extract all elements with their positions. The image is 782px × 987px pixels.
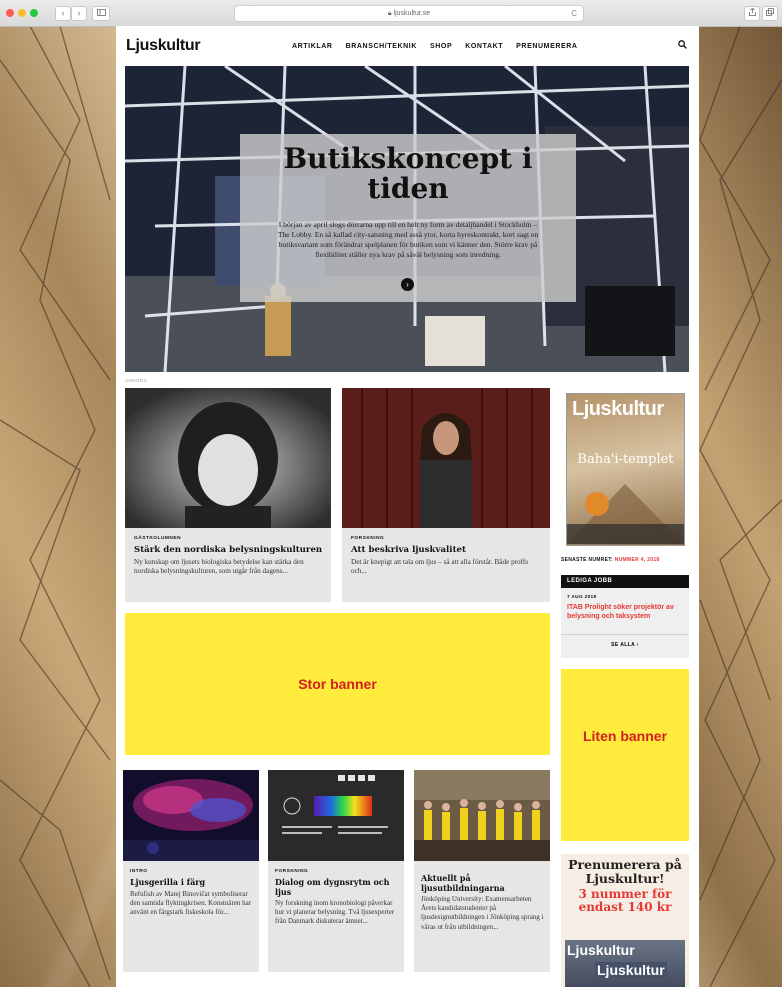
hero-title[interactable]: Butikskoncept i tiden bbox=[240, 144, 576, 204]
share-button[interactable] bbox=[744, 6, 760, 21]
article-image bbox=[125, 388, 331, 528]
hero-description: I början av april slogs dörrarna upp til… bbox=[277, 220, 539, 259]
article-category: FORSKNING bbox=[351, 536, 385, 541]
subscribe-headline: Prenumerera på Ljuskultur! bbox=[568, 857, 682, 886]
back-button[interactable]: ‹ bbox=[55, 6, 71, 21]
site-logo[interactable]: Ljuskultur bbox=[126, 37, 201, 55]
magazine-cover-title: Ljuskultur bbox=[572, 398, 664, 420]
latest-issue: SENASTE NUMRET: NUMMER 4, 2018 bbox=[561, 557, 660, 563]
sidebar-icon bbox=[96, 9, 106, 16]
ad-label: ANNONS bbox=[125, 378, 148, 383]
article-card[interactable]: INTRO Ljusgerilla i färg Refufish av Mat… bbox=[123, 770, 259, 972]
browser-toolbar: ‹ › 🔒︎ ljuskultur.se C bbox=[0, 0, 782, 27]
article-title[interactable]: Stärk den nordiska belysningskulturen bbox=[134, 545, 329, 555]
large-banner[interactable]: Stor banner bbox=[125, 613, 550, 755]
web-page: Ljuskultur ARTIKLAR BRANSCH/TEKNIK SHOP … bbox=[116, 26, 699, 987]
article-card[interactable]: FORSKNING Dialog om dygnsrytm och ljus N… bbox=[268, 770, 404, 972]
article-category: INTRO bbox=[130, 869, 148, 874]
magazine-stack-title: Ljuskultur bbox=[595, 962, 667, 978]
cover-image bbox=[567, 484, 684, 544]
article-excerpt: Jönköping University: Examensarbeten Åre… bbox=[421, 895, 544, 931]
article-image bbox=[342, 388, 550, 528]
lock-icon: 🔒︎ bbox=[387, 10, 392, 17]
search-icon[interactable] bbox=[678, 40, 687, 49]
small-banner[interactable]: Liten banner bbox=[561, 669, 689, 841]
article-category: GÄSTKOLUMNEN bbox=[134, 536, 182, 541]
small-banner-label: Liten banner bbox=[582, 728, 667, 744]
sidebar-toggle-button[interactable] bbox=[92, 6, 110, 21]
nav-item-prenumerera[interactable]: PRENUMERERA bbox=[516, 43, 577, 50]
jobs-panel: 7 AUG 2018 ITAB Prolight söker projektör… bbox=[561, 588, 689, 658]
chevron-right-icon: › bbox=[636, 642, 639, 648]
magazine-cover[interactable]: Ljuskultur Baha'i-templet bbox=[566, 393, 685, 546]
subscribe-offer: 3 nummer för endast 140 kr bbox=[578, 887, 672, 914]
see-all-jobs-button[interactable]: SE ALLA › bbox=[561, 642, 689, 648]
hero-feature[interactable]: Butikskoncept i tiden I början av april … bbox=[125, 66, 689, 372]
minimize-window-button[interactable] bbox=[18, 9, 26, 17]
article-image bbox=[268, 770, 404, 861]
reload-button[interactable]: C bbox=[571, 6, 577, 21]
latest-issue-link[interactable]: NUMMER 4, 2018 bbox=[615, 557, 660, 563]
article-title[interactable]: Ljusgerilla i färg bbox=[130, 877, 255, 888]
article-title[interactable]: Dialog om dygnsrytm och ljus bbox=[275, 877, 400, 897]
magazine-stack-title: Ljuskultur bbox=[567, 942, 635, 958]
forward-button[interactable]: › bbox=[71, 6, 87, 21]
article-excerpt: Det är knepigt att tala om ljus – så att… bbox=[351, 558, 529, 576]
nav-item-artiklar[interactable]: ARTIKLAR bbox=[292, 43, 333, 50]
article-excerpt: Ny forskning inom kronobiologi påverkar … bbox=[275, 899, 395, 926]
subscribe-ad[interactable]: Prenumerera på Ljuskultur! 3 nummer för … bbox=[561, 854, 689, 987]
url-text: ljuskultur.se bbox=[393, 10, 431, 17]
main-nav: ARTIKLAR BRANSCH/TEKNIK SHOP KONTAKT PRE… bbox=[292, 43, 578, 50]
article-image bbox=[414, 770, 550, 861]
job-title[interactable]: ITAB Prolight söker projektör av belysni… bbox=[567, 603, 685, 621]
hero-overlay: Butikskoncept i tiden I början av april … bbox=[240, 134, 576, 302]
see-all-label: SE ALLA bbox=[611, 642, 635, 648]
article-card[interactable]: Aktuellt på ljusutbildningarna Jönköping… bbox=[414, 770, 550, 972]
article-title[interactable]: Aktuellt på ljusutbildningarna bbox=[421, 873, 546, 893]
article-category: FORSKNING bbox=[275, 869, 309, 874]
magazine-cover-headline: Baha'i-templet bbox=[577, 452, 674, 467]
site-header: Ljuskultur ARTIKLAR BRANSCH/TEKNIK SHOP … bbox=[116, 26, 699, 66]
large-banner-label: Stor banner bbox=[298, 676, 377, 692]
address-bar[interactable]: 🔒︎ ljuskultur.se C bbox=[234, 5, 584, 22]
article-excerpt: Ny kunskap om ljusets biologiska betydel… bbox=[134, 558, 304, 576]
nav-item-kontakt[interactable]: KONTAKT bbox=[465, 43, 503, 50]
share-icon bbox=[748, 7, 756, 16]
article-image bbox=[123, 770, 259, 861]
nav-item-bransch-teknik[interactable]: BRANSCH/TEKNIK bbox=[346, 43, 417, 50]
tabs-button[interactable] bbox=[762, 6, 778, 21]
article-excerpt: Refufish av Matej Binovičar symboliserar… bbox=[130, 890, 252, 917]
magazine-stack-image: Ljuskultur Ljuskultur bbox=[565, 940, 685, 987]
article-card[interactable]: FORSKNING Att beskriva ljuskvalitet Det … bbox=[342, 388, 550, 602]
nav-item-shop[interactable]: SHOP bbox=[430, 43, 452, 50]
jobs-header: LEDIGA JOBB bbox=[561, 575, 689, 588]
maximize-window-button[interactable] bbox=[30, 9, 38, 17]
article-title[interactable]: Att beskriva ljuskvalitet bbox=[351, 545, 546, 555]
jobs-divider bbox=[561, 634, 689, 635]
article-card[interactable]: GÄSTKOLUMNEN Stärk den nordiska belysnin… bbox=[125, 388, 331, 602]
tabs-icon bbox=[766, 8, 774, 16]
job-date: 7 AUG 2018 bbox=[567, 595, 597, 600]
arrow-right-icon[interactable]: › bbox=[401, 278, 414, 291]
latest-issue-label: SENASTE NUMRET: bbox=[561, 557, 614, 563]
close-window-button[interactable] bbox=[6, 9, 14, 17]
